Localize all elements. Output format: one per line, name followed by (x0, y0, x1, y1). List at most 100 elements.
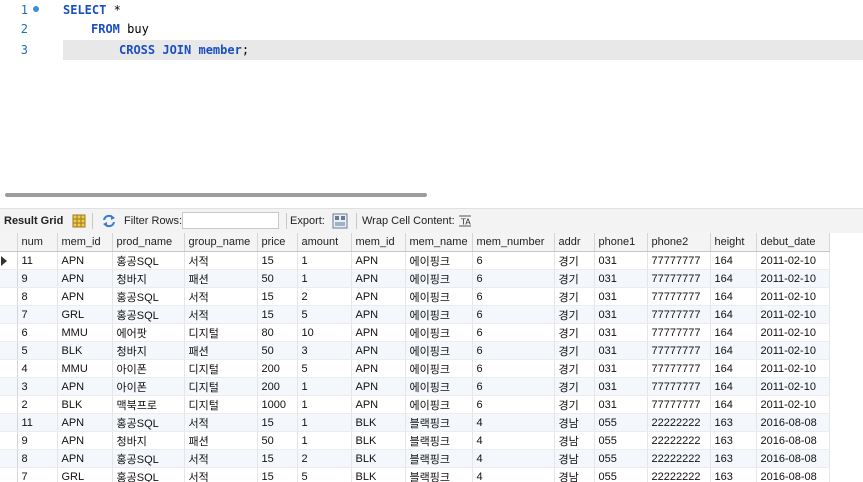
refresh-icon[interactable] (101, 214, 115, 228)
cell-group-name[interactable]: 서적 (184, 287, 258, 306)
cell-prod-name[interactable]: 청바지 (112, 269, 185, 288)
cell-price[interactable]: 200 (257, 377, 298, 396)
cell-phone2[interactable]: 77777777 (647, 377, 711, 396)
cell-amount[interactable]: 2 (297, 287, 352, 306)
cell-mem-number[interactable]: 6 (472, 251, 555, 270)
table-row[interactable]: 9 APN 청바지 패션 50 1 BLK 블랙핑크 4 경남 055 22222222 163 2016… (0, 431, 830, 450)
cell-mem-number[interactable]: 6 (472, 269, 555, 288)
cell-phone1[interactable]: 031 (594, 323, 648, 342)
cell-phone1[interactable]: 055 (594, 467, 648, 482)
export-icon[interactable] (332, 213, 348, 229)
cell-debut-date[interactable]: 2011-02-10 (756, 395, 830, 414)
cell-group-name[interactable]: 디지털 (184, 359, 258, 378)
cell-phone2[interactable]: 77777777 (647, 395, 711, 414)
cell-addr[interactable]: 경기 (554, 341, 595, 360)
cell-price[interactable]: 15 (257, 413, 298, 432)
row-marker[interactable] (0, 287, 18, 306)
cell-num[interactable]: 9 (17, 431, 58, 450)
cell-mem-id[interactable]: BLK (57, 395, 113, 414)
cell-mem-name[interactable]: 에이핑크 (405, 395, 473, 414)
cell-phone1[interactable]: 031 (594, 269, 648, 288)
cell-mem-number[interactable]: 6 (472, 305, 555, 324)
cell-price[interactable]: 15 (257, 467, 298, 482)
cell-prod-name[interactable]: 아이폰 (112, 359, 185, 378)
cell-height[interactable]: 164 (710, 377, 757, 396)
cell-group-name[interactable]: 서적 (184, 449, 258, 468)
wrap-text-icon[interactable]: TA (458, 214, 472, 228)
cell-debut-date[interactable]: 2016-08-08 (756, 413, 830, 432)
cell-mem-number[interactable]: 4 (472, 449, 555, 468)
cell-height[interactable]: 164 (710, 395, 757, 414)
cell-num[interactable]: 6 (17, 323, 58, 342)
cell-height[interactable]: 164 (710, 251, 757, 270)
cell-group-name[interactable]: 서적 (184, 251, 258, 270)
cell-prod-name[interactable]: 에어팟 (112, 323, 185, 342)
cell-price[interactable]: 15 (257, 287, 298, 306)
cell-mem-id[interactable]: APN (351, 341, 406, 360)
cell-height[interactable]: 164 (710, 323, 757, 342)
cell-mem-id[interactable]: APN (351, 395, 406, 414)
cell-amount[interactable]: 5 (297, 305, 352, 324)
cell-mem-name[interactable]: 에이핑크 (405, 359, 473, 378)
cell-mem-id[interactable]: APN (57, 377, 113, 396)
cell-price[interactable]: 50 (257, 431, 298, 450)
cell-phone1[interactable]: 031 (594, 287, 648, 306)
editor-line[interactable]: 1 SELECT * (0, 0, 863, 21)
cell-addr[interactable]: 경기 (554, 251, 595, 270)
cell-prod-name[interactable]: 홍공SQL (112, 449, 185, 468)
cell-mem-id[interactable]: GRL (57, 305, 113, 324)
row-marker[interactable] (0, 467, 18, 482)
column-header-price[interactable]: price (257, 233, 298, 252)
cell-debut-date[interactable]: 2011-02-10 (756, 269, 830, 288)
cell-addr[interactable]: 경남 (554, 413, 595, 432)
row-marker[interactable] (0, 323, 18, 342)
table-row[interactable]: 3 APN 아이폰 디지털 200 1 APN 에이핑크 6 경기 031 77777777 164 20… (0, 377, 830, 396)
cell-phone1[interactable]: 031 (594, 341, 648, 360)
cell-num[interactable]: 2 (17, 395, 58, 414)
row-marker[interactable] (0, 341, 18, 360)
column-header-prod-name[interactable]: prod_name (112, 233, 185, 252)
cell-group-name[interactable]: 패션 (184, 341, 258, 360)
cell-mem-number[interactable]: 4 (472, 413, 555, 432)
cell-prod-name[interactable]: 홍공SQL (112, 467, 185, 482)
cell-phone1[interactable]: 031 (594, 395, 648, 414)
cell-mem-name[interactable]: 에이핑크 (405, 341, 473, 360)
column-header-height[interactable]: height (710, 233, 757, 252)
cell-mem-number[interactable]: 6 (472, 377, 555, 396)
cell-price[interactable]: 15 (257, 305, 298, 324)
cell-mem-id[interactable]: APN (57, 449, 113, 468)
cell-debut-date[interactable]: 2011-02-10 (756, 341, 830, 360)
cell-debut-date[interactable]: 2011-02-10 (756, 251, 830, 270)
cell-mem-name[interactable]: 에이핑크 (405, 377, 473, 396)
cell-phone1[interactable]: 055 (594, 431, 648, 450)
grid-icon[interactable] (72, 214, 86, 228)
cell-group-name[interactable]: 디지털 (184, 323, 258, 342)
cell-phone2[interactable]: 77777777 (647, 251, 711, 270)
sql-editor[interactable]: 1 SELECT * 2 FROM buy 3 CROSS JOIN membe… (0, 0, 863, 197)
cell-price[interactable]: 50 (257, 269, 298, 288)
cell-num[interactable]: 11 (17, 413, 58, 432)
cell-amount[interactable]: 3 (297, 341, 352, 360)
result-grid-tab[interactable]: Result Grid (4, 209, 63, 233)
editor-line[interactable]: 2 FROM buy (0, 19, 863, 40)
table-row[interactable]: 7 GRL 홍공SQL 서적 15 5 APN 에이핑크 6 경기 031 77777777 164 20… (0, 305, 830, 324)
cell-debut-date[interactable]: 2011-02-10 (756, 305, 830, 324)
cell-mem-id[interactable]: APN (57, 269, 113, 288)
column-header-mem-id[interactable]: mem_id (57, 233, 113, 252)
table-row[interactable]: 6 MMU 에어팟 디지털 80 10 APN 에이핑크 6 경기 031 77777777 164 20… (0, 323, 830, 342)
cell-mem-id[interactable]: BLK (351, 431, 406, 450)
cell-phone2[interactable]: 22222222 (647, 449, 711, 468)
cell-price[interactable]: 15 (257, 251, 298, 270)
cell-num[interactable]: 4 (17, 359, 58, 378)
row-marker[interactable] (0, 395, 18, 414)
cell-group-name[interactable]: 서적 (184, 305, 258, 324)
cell-addr[interactable]: 경기 (554, 395, 595, 414)
cell-mem-name[interactable]: 블랙핑크 (405, 413, 473, 432)
cell-height[interactable]: 164 (710, 287, 757, 306)
cell-phone2[interactable]: 77777777 (647, 323, 711, 342)
cell-height[interactable]: 164 (710, 305, 757, 324)
table-row[interactable]: 9 APN 청바지 패션 50 1 APN 에이핑크 6 경기 031 77777777 164 2011… (0, 269, 830, 288)
column-header-phone1[interactable]: phone1 (594, 233, 648, 252)
cell-phone2[interactable]: 22222222 (647, 413, 711, 432)
cell-debut-date[interactable]: 2016-08-08 (756, 449, 830, 468)
